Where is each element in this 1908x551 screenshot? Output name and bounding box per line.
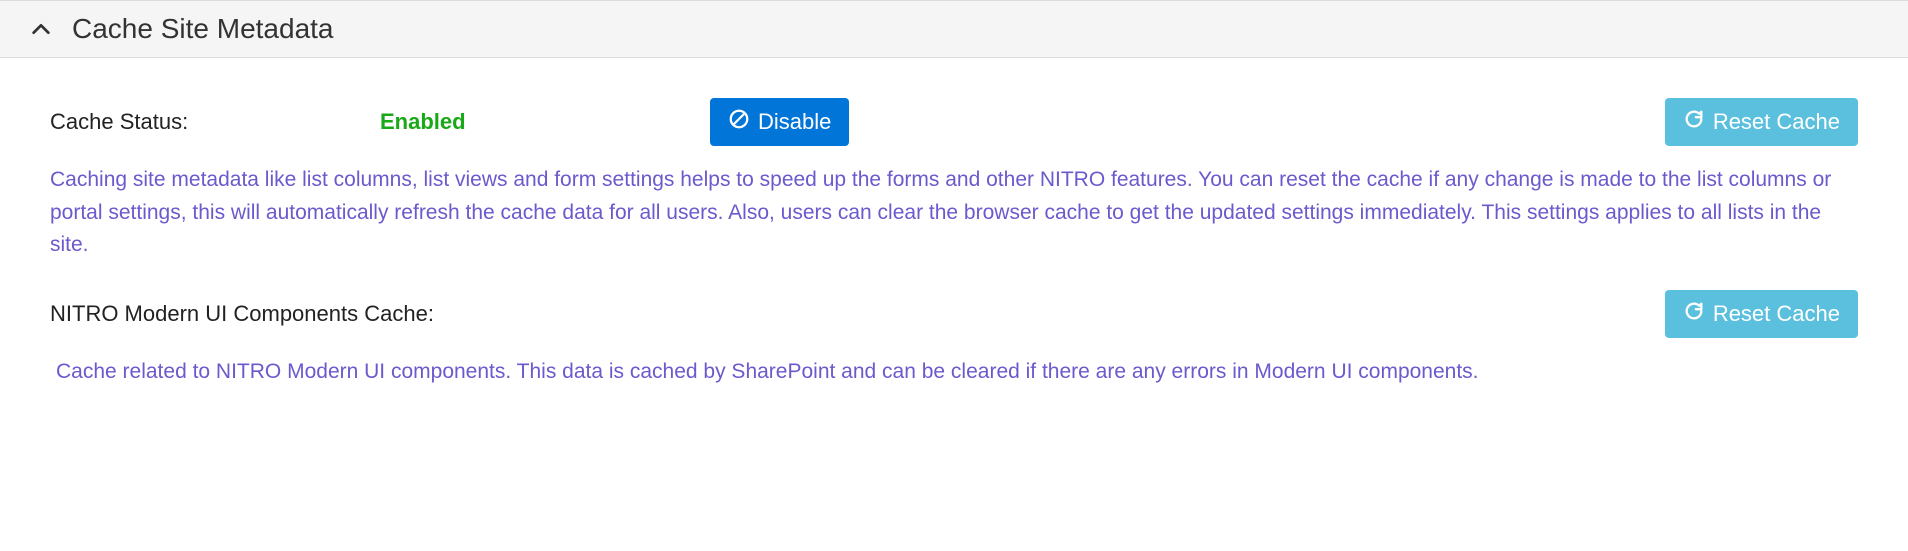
- reset-cache-button-label: Reset Cache: [1713, 109, 1840, 135]
- refresh-icon: [1683, 108, 1705, 136]
- panel-title: Cache Site Metadata: [72, 13, 334, 45]
- cache-status-description: Caching site metadata like list columns,…: [50, 164, 1858, 262]
- reset-modern-ui-cache-button-label: Reset Cache: [1713, 301, 1840, 327]
- modern-ui-label: NITRO Modern UI Components Cache:: [50, 301, 434, 327]
- disable-icon: [728, 108, 750, 136]
- chevron-up-icon: [30, 18, 52, 40]
- refresh-icon: [1683, 300, 1705, 328]
- cache-status-label: Cache Status:: [50, 109, 380, 135]
- panel-body: Cache Status: Enabled Disable Reset Cach…: [0, 58, 1908, 436]
- cache-status-value: Enabled: [380, 109, 710, 135]
- disable-button[interactable]: Disable: [710, 98, 849, 146]
- reset-modern-ui-cache-button[interactable]: Reset Cache: [1665, 290, 1858, 338]
- modern-ui-row: NITRO Modern UI Components Cache: Reset …: [50, 290, 1858, 338]
- disable-button-label: Disable: [758, 109, 831, 135]
- modern-ui-description: Cache related to NITRO Modern UI compone…: [50, 356, 1858, 389]
- cache-status-row: Cache Status: Enabled Disable Reset Cach…: [50, 98, 1858, 146]
- panel-header[interactable]: Cache Site Metadata: [0, 0, 1908, 58]
- reset-cache-button[interactable]: Reset Cache: [1665, 98, 1858, 146]
